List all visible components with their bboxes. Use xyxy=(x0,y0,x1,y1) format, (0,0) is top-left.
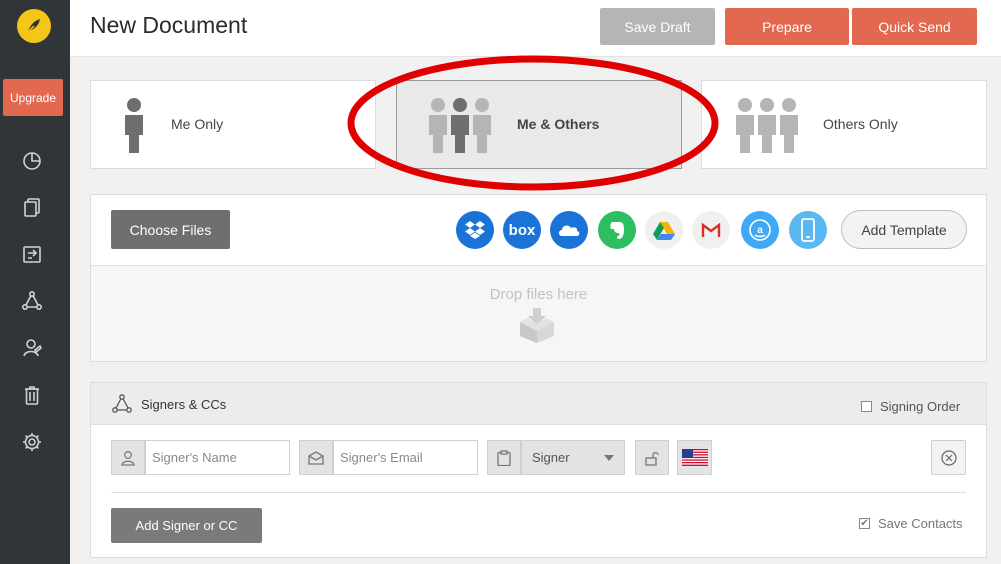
option-me-and-others[interactable]: Me & Others xyxy=(396,80,682,169)
save-contacts-label: Save Contacts xyxy=(878,516,963,531)
group-others-icon xyxy=(734,97,800,160)
google-drive-icon[interactable] xyxy=(645,211,683,249)
close-circle-icon xyxy=(940,449,957,466)
drop-zone[interactable]: Drop files here xyxy=(91,265,986,361)
add-signer-button[interactable]: Add Signer or CC xyxy=(111,508,262,543)
save-contacts-toggle[interactable]: ✔ Save Contacts xyxy=(859,516,963,531)
remove-signer-button[interactable] xyxy=(931,440,966,475)
onedrive-icon[interactable] xyxy=(550,211,588,249)
svg-text:a: a xyxy=(757,225,763,236)
unlock-icon xyxy=(645,451,659,466)
chevron-down-icon xyxy=(604,455,614,461)
signer-name-input[interactable] xyxy=(145,440,290,475)
quick-send-button[interactable]: Quick Send xyxy=(852,8,977,45)
role-select-value: Signer xyxy=(532,450,570,465)
drop-files-text: Drop files here xyxy=(489,286,588,303)
option-me-and-others-label: Me & Others xyxy=(517,116,600,132)
device-icon[interactable] xyxy=(789,211,827,249)
trash-icon[interactable] xyxy=(20,383,44,407)
feather-logo-icon[interactable] xyxy=(17,9,51,43)
option-me-only-label: Me Only xyxy=(171,116,224,132)
page-title: New Document xyxy=(90,12,248,38)
signers-title: Signers & CCs xyxy=(141,397,227,412)
documents-icon[interactable] xyxy=(20,195,44,219)
evernote-icon[interactable] xyxy=(598,211,636,249)
divider xyxy=(111,492,966,493)
signers-panel: Signers & CCs Signing Order Signer's Nam… xyxy=(90,382,987,558)
contacts-icon[interactable] xyxy=(20,336,44,360)
prepare-button[interactable]: Prepare xyxy=(725,8,849,45)
choose-files-button[interactable]: Choose Files xyxy=(111,210,230,249)
save-contacts-checkbox[interactable]: ✔ xyxy=(859,518,870,529)
files-panel: Choose Files box a Add Template Drop fil… xyxy=(90,194,987,362)
option-others-only-label: Others Only xyxy=(823,116,898,132)
dropbox-icon[interactable] xyxy=(456,211,494,249)
signers-workflow-icon xyxy=(111,393,133,420)
upgrade-button[interactable]: Upgrade xyxy=(3,79,63,116)
us-flag-icon xyxy=(681,449,708,466)
box-drop-icon xyxy=(518,306,556,349)
pie-chart-icon[interactable] xyxy=(20,148,44,172)
access-lock-button[interactable] xyxy=(635,440,669,475)
envelope-icon xyxy=(299,440,333,475)
signing-order-checkbox[interactable] xyxy=(861,401,872,412)
group-me-icon xyxy=(427,97,493,160)
signing-order-toggle[interactable]: Signing Order xyxy=(861,399,960,414)
single-person-icon xyxy=(121,97,147,160)
settings-gear-icon[interactable] xyxy=(20,430,44,454)
save-draft-button[interactable]: Save Draft xyxy=(600,8,715,45)
box-icon[interactable]: box xyxy=(503,211,541,249)
workflow-icon[interactable] xyxy=(20,289,44,313)
header-bar: New Document Save Draft Prepare Quick Se… xyxy=(70,0,1001,57)
option-me-only[interactable]: Me Only xyxy=(90,80,376,169)
language-flag-button[interactable] xyxy=(677,440,712,475)
amazon-drive-icon[interactable]: a xyxy=(741,211,779,249)
person-icon xyxy=(111,440,145,475)
signer-email-input[interactable] xyxy=(333,440,478,475)
signers-header: Signers & CCs Signing Order xyxy=(91,383,986,425)
add-template-button[interactable]: Add Template xyxy=(841,210,967,249)
role-select[interactable]: Signer xyxy=(521,440,625,475)
clipboard-icon xyxy=(487,440,521,475)
signing-order-label: Signing Order xyxy=(880,399,961,414)
gmail-icon[interactable] xyxy=(692,211,730,249)
option-others-only[interactable]: Others Only xyxy=(701,80,987,169)
sidebar: Upgrade xyxy=(0,0,70,564)
templates-icon[interactable] xyxy=(20,242,44,266)
